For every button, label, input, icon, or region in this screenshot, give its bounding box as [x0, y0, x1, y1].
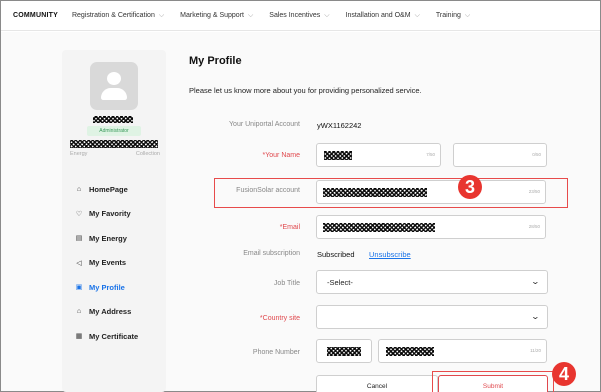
home-icon: ⌂: [76, 185, 82, 193]
email-label: *Email: [279, 224, 300, 231]
country-label: *Country site: [259, 315, 300, 322]
page-title: My Profile: [189, 55, 242, 67]
nav-sales[interactable]: Sales Incentives ⌵: [269, 12, 329, 20]
fusionsolar-label: FusionSolar account: [236, 187, 300, 194]
avatar-head-icon: [107, 72, 121, 85]
chevron-down-icon: ⌄: [530, 312, 541, 321]
subscription-label: Email subscription: [243, 250, 300, 257]
phone-country-code-input[interactable]: [316, 339, 372, 363]
heart-icon: ♡: [75, 210, 83, 218]
redacted-first-name: [324, 151, 352, 160]
redacted-email: [323, 223, 435, 232]
battery-icon: ▤: [75, 235, 83, 243]
sidebar-item-profile[interactable]: ▣ My Profile: [72, 275, 164, 300]
sidebar-item-energy[interactable]: ▤ My Energy: [72, 226, 164, 251]
chevron-down-icon: ⌵: [247, 11, 254, 19]
stat-collection[interactable]: Collection: [136, 151, 160, 157]
step-4-badge: 4: [552, 362, 576, 386]
email-input[interactable]: 28/50: [316, 215, 546, 239]
sidebar-item-label: My Profile: [89, 282, 125, 292]
nav-label: Sales Incentives: [269, 12, 321, 19]
role-badge: Administrator: [87, 126, 141, 136]
top-navigation: COMMUNITY Registration & Certification ⌵ …: [1, 1, 600, 31]
step-3-badge: 3: [458, 175, 482, 199]
sidebar-item-label: HomePage: [89, 184, 128, 194]
stat-energy[interactable]: Energy: [70, 151, 87, 157]
sidebar-item-events[interactable]: ◁ My Events: [72, 251, 164, 276]
redacted-user-id: [70, 140, 158, 148]
nav-installation[interactable]: Installation and O&M ⌵: [346, 12, 420, 20]
job-title-select[interactable]: -Select- ⌄: [316, 270, 548, 294]
char-counter: 0/50: [532, 152, 541, 157]
redacted-phone-number: [386, 347, 434, 356]
uniportal-label: Your Uniportal Account: [229, 121, 300, 128]
phone-label: Phone Number: [252, 349, 300, 356]
chevron-down-icon: ⌵: [158, 11, 165, 19]
sidebar-item-label: My Energy: [89, 233, 127, 243]
unsubscribe-link[interactable]: Unsubscribe: [369, 250, 411, 259]
sidebar-item-label: My Certificate: [89, 331, 139, 341]
certificate-icon: ▦: [75, 333, 83, 341]
subscription-status: Subscribed: [317, 250, 355, 259]
sidebar-item-address[interactable]: ⌂ My Address: [72, 300, 164, 325]
submit-button[interactable]: Submit: [438, 375, 548, 392]
page-subtitle: Please let us know more about you for pr…: [189, 86, 422, 95]
nav-label: Training: [435, 12, 461, 19]
nav-brand[interactable]: COMMUNITY: [13, 12, 58, 19]
chevron-down-icon: ⌵: [324, 11, 330, 19]
nav-label: Registration & Certification: [71, 12, 155, 19]
char-counter: 7/50: [426, 152, 435, 157]
nav-marketing[interactable]: Marketing & Support ⌵: [180, 12, 253, 20]
address-icon: ⌂: [76, 308, 82, 316]
sidebar-item-label: My Events: [89, 258, 127, 268]
chevron-down-icon: ⌄: [530, 277, 541, 286]
char-counter: 11/20: [530, 348, 541, 353]
country-site-select[interactable]: ⌄: [316, 305, 548, 329]
nav-label: Installation and O&M: [345, 12, 411, 19]
nav-label: Marketing & Support: [180, 12, 244, 19]
avatar-body-icon: [101, 88, 127, 100]
avatar[interactable]: [90, 62, 138, 110]
redacted-username: [93, 116, 133, 123]
nav-training[interactable]: Training ⌵: [436, 12, 470, 20]
char-counter: 28/50: [528, 224, 540, 229]
nav-registration[interactable]: Registration & Certification ⌵: [72, 12, 164, 20]
redacted-country-code: [327, 347, 361, 356]
fusionsolar-account-input[interactable]: 23/50: [316, 180, 546, 204]
profile-icon: ▣: [75, 284, 83, 292]
uniportal-value: yWX1162242: [317, 121, 362, 130]
phone-number-input[interactable]: 11/20: [378, 339, 547, 363]
job-title-value: -Select-: [327, 277, 353, 287]
profile-card: Administrator Energy Collection ⌂ HomePag…: [62, 50, 166, 392]
megaphone-icon: ◁: [76, 259, 82, 267]
redacted-fusionsolar-account: [323, 188, 427, 197]
sidebar-item-label: My Favority: [89, 209, 131, 219]
first-name-input[interactable]: 7/50: [316, 143, 441, 167]
name-label: *Your Name: [262, 152, 301, 159]
job-title-label: Job Title: [273, 280, 300, 287]
last-name-input[interactable]: 0/50: [453, 143, 547, 167]
sidebar-item-homepage[interactable]: ⌂ HomePage: [72, 177, 164, 202]
sidebar-menu: ⌂ HomePage ♡ My Favority ▤ My Energy ◁ My Ev…: [72, 177, 164, 349]
sidebar-item-favority[interactable]: ♡ My Favority: [72, 202, 164, 227]
chevron-down-icon: ⌵: [414, 11, 420, 19]
sidebar-item-label: My Address: [89, 307, 132, 317]
chevron-down-icon: ⌵: [464, 11, 471, 19]
sidebar-item-certificate[interactable]: ▦ My Certificate: [72, 324, 164, 349]
cancel-button[interactable]: Cancel: [316, 375, 438, 392]
char-counter: 23/50: [528, 189, 540, 194]
profile-stats: Energy Collection: [70, 151, 160, 157]
